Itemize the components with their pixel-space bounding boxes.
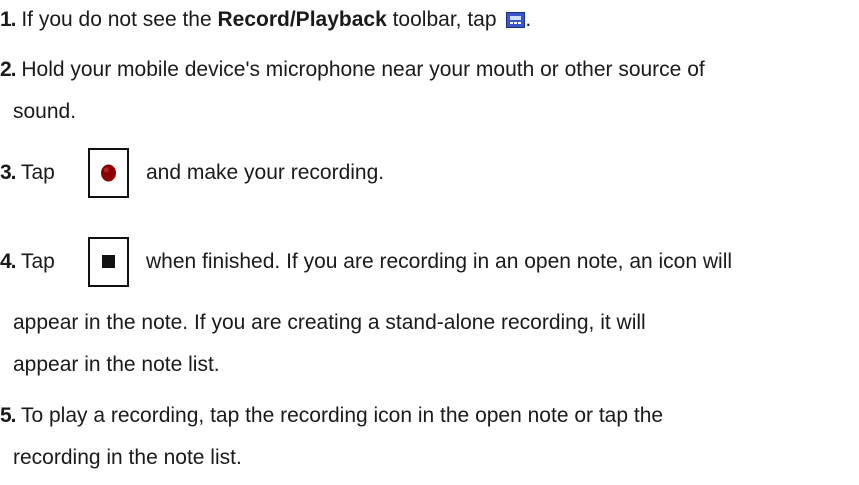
stop-button-icon xyxy=(88,237,129,287)
record-playback-toolbar-icon xyxy=(506,12,526,28)
step-1-text-before: If you do not see the xyxy=(15,8,218,31)
step-4-number: 4. xyxy=(0,250,16,273)
step-2-number: 2. xyxy=(0,58,16,81)
step-2-text: Hold your mobile device's microphone nea… xyxy=(15,58,705,81)
step-2-line-2: sound. xyxy=(13,100,77,123)
step-3-number: 3. xyxy=(0,161,16,184)
step-4-text-after: when finished. If you are recording in a… xyxy=(146,250,733,273)
step-4-line-2: appear in the note. If you are creating … xyxy=(13,311,646,334)
step-1-trailing: . xyxy=(525,8,532,31)
step-4-line-3: appear in the note list. xyxy=(13,353,220,376)
step-1-bold-text: Record/Playback xyxy=(217,8,387,31)
step-5-line-2: recording in the note list. xyxy=(13,446,242,469)
step-1-number: 1. xyxy=(0,8,16,31)
step-4-text-before: Tap xyxy=(15,250,55,273)
step-3-text-after: and make your recording. xyxy=(146,161,385,184)
instructions-page: 1. If you do not see the Record/Playback… xyxy=(0,0,859,485)
step-5-text: To play a recording, tap the recording i… xyxy=(15,404,664,427)
step-3-text-before: Tap xyxy=(15,161,55,184)
step-5-line-1: 5. To play a recording, tap the recordin… xyxy=(0,404,663,428)
record-button-icon xyxy=(88,148,129,198)
step-3-label: 3. Tap xyxy=(0,161,55,185)
step-4-label: 4. Tap xyxy=(0,250,55,274)
step-5-number: 5. xyxy=(0,404,16,427)
step-2-line-1: 2. Hold your mobile device's microphone … xyxy=(0,58,705,82)
step-1-text-after: toolbar, tap xyxy=(386,8,503,31)
step-1: 1. If you do not see the Record/Playback… xyxy=(0,8,531,32)
